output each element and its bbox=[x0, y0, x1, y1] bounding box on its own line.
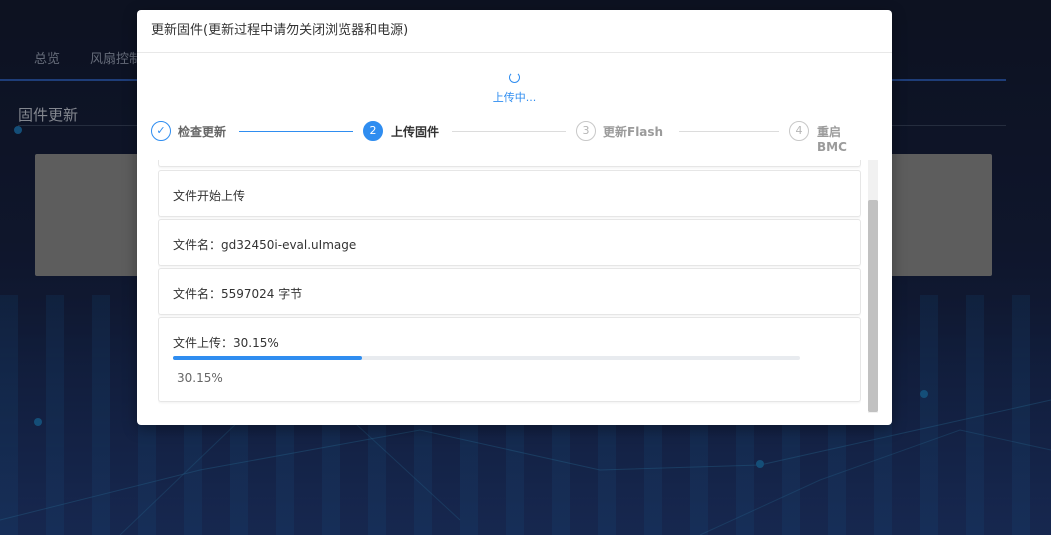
log-text: 文件上传：30.15% bbox=[173, 336, 279, 350]
scrollbar-thumb[interactable] bbox=[868, 200, 878, 412]
firmware-update-dialog: 更新固件(更新过程中请勿关闭浏览器和电源) 上传中... ✓ 检查更新 2 上传… bbox=[137, 10, 892, 425]
log-text: 文件名：gd32450i-eval.uImage bbox=[173, 238, 357, 252]
log-text: 文件名：5597024 字节 bbox=[173, 287, 303, 301]
log-text: 文件开始上传 bbox=[173, 189, 246, 203]
step-1-check-icon: ✓ bbox=[151, 121, 171, 141]
step-2-number: 2 bbox=[363, 121, 383, 141]
step-1-label: 检查更新 bbox=[178, 125, 227, 139]
list-item-upload-progress: 文件上传：30.15% 30.15% bbox=[158, 317, 861, 402]
log-scrollbar[interactable] bbox=[868, 160, 878, 413]
list-item: 文件名：5597024 字节 bbox=[158, 268, 861, 315]
log-list: 文件开始上传 文件名：gd32450i-eval.uImage 文件名：5597… bbox=[158, 160, 861, 410]
step-4-number: 4 bbox=[789, 121, 809, 141]
dialog-title: 更新固件(更新过程中请勿关闭浏览器和电源) bbox=[137, 10, 892, 53]
progress-steps: ✓ 检查更新 2 上传固件 3 更新Flash 4 重启BMC bbox=[151, 121, 870, 154]
loading-spinner-icon bbox=[509, 72, 520, 83]
step-2-label: 上传固件 bbox=[391, 125, 440, 139]
upload-progress-percent: 30.15% bbox=[177, 371, 223, 385]
upload-status: 上传中... bbox=[137, 68, 892, 105]
step-connector bbox=[239, 131, 353, 132]
step-4-label: 重启BMC bbox=[817, 125, 847, 154]
list-item: 文件名：gd32450i-eval.uImage bbox=[158, 219, 861, 266]
step-connector bbox=[452, 131, 566, 132]
step-connector bbox=[679, 131, 779, 132]
list-item bbox=[158, 160, 861, 167]
status-text: 上传中... bbox=[492, 91, 537, 104]
upload-progress-fill bbox=[173, 356, 363, 360]
upload-progress-bar bbox=[173, 356, 800, 360]
step-3-label: 更新Flash bbox=[603, 125, 664, 139]
list-item: 文件开始上传 bbox=[158, 170, 861, 217]
step-3-number: 3 bbox=[576, 121, 596, 141]
